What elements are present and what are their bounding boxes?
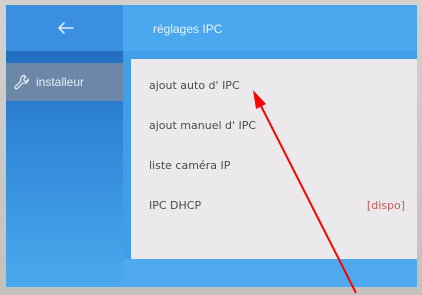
header-bar: réglages IPC xyxy=(123,5,417,51)
status-badge: [dispo] xyxy=(366,199,405,212)
arrow-left-icon xyxy=(57,22,74,34)
back-button[interactable] xyxy=(6,5,123,51)
menu-item-liste-camera[interactable]: liste caméra IP xyxy=(149,159,230,172)
wrench-icon xyxy=(14,74,30,90)
footer-bar xyxy=(123,259,417,287)
sidebar-item-label: installeur xyxy=(36,75,85,89)
menu-item-ipc-dhcp[interactable]: IPC DHCP xyxy=(149,199,201,212)
touch-screen: installeur réglages IPC ajout auto d' IP… xyxy=(6,5,417,287)
sidebar: installeur xyxy=(6,5,123,287)
settings-menu: ajout auto d' IPC ajout manuel d' IPC li… xyxy=(131,59,417,259)
menu-item-ajout-manuel[interactable]: ajout manuel d' IPC xyxy=(149,119,256,132)
menu-item-ajout-auto[interactable]: ajout auto d' IPC xyxy=(149,79,240,92)
sidebar-item-installeur[interactable]: installeur xyxy=(6,63,123,101)
page-title: réglages IPC xyxy=(153,22,223,36)
